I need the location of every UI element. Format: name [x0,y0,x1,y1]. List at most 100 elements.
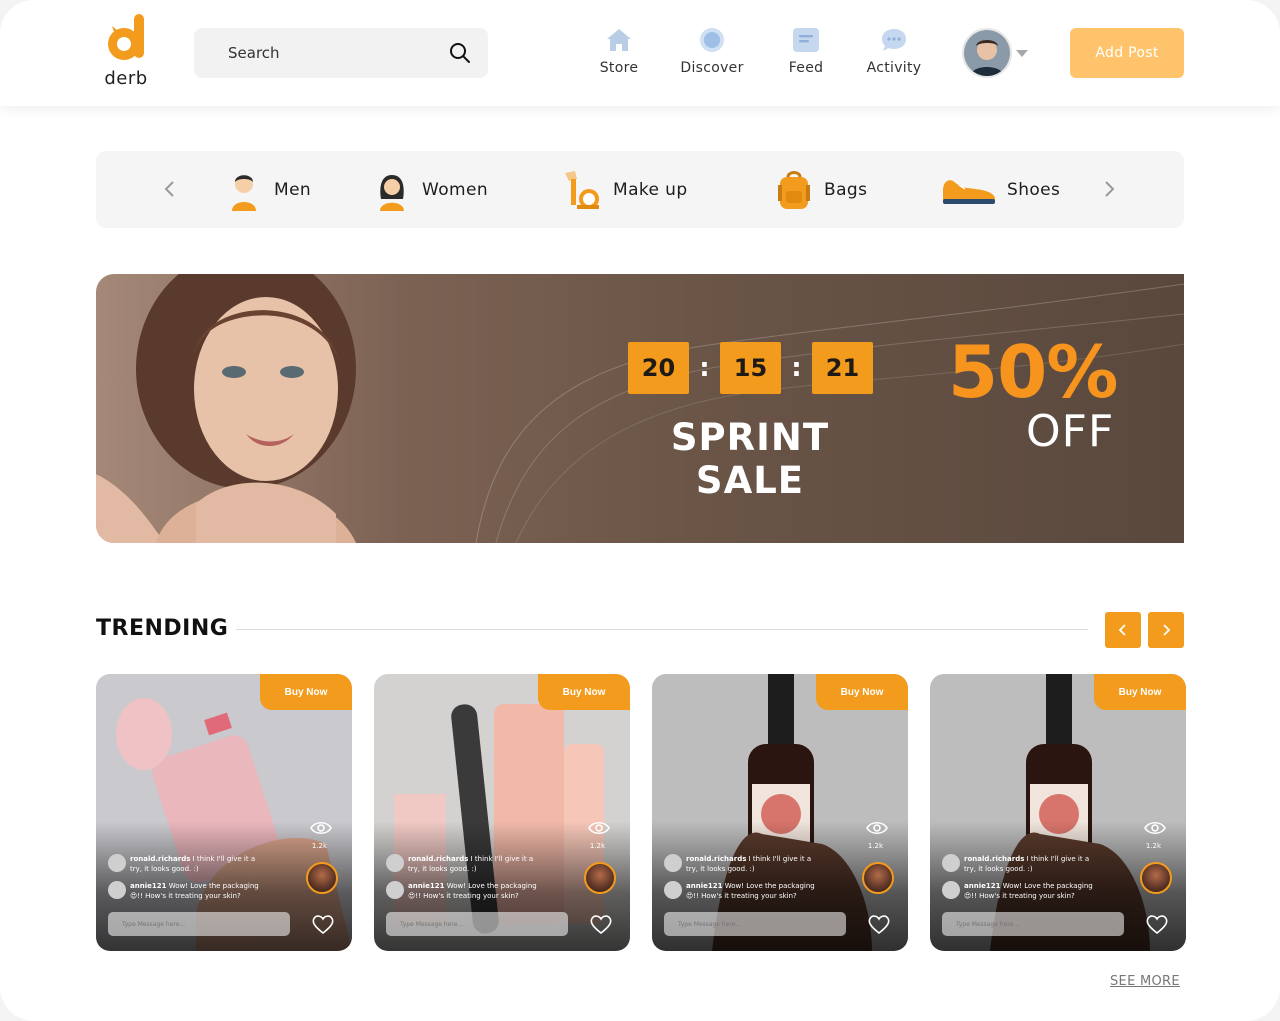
timer-seconds: 21 [812,342,873,394]
search-icon[interactable] [448,41,472,65]
search-input[interactable] [228,44,448,62]
sale-banner[interactable]: 20 : 15 : 21 SPRINT SALE 50% OFF [96,274,1184,543]
comment: ronald.richards I think I'll give it a t… [664,854,824,874]
eye-icon [588,821,610,835]
eye-icon [310,821,332,835]
message-input[interactable] [942,912,1124,936]
brand-logo[interactable]: derb [100,12,152,96]
category-shoes[interactable]: Shoes [941,169,1060,211]
bag-icon [774,169,814,211]
sale-timer: 20 : 15 : 21 [628,342,873,394]
comment: ronald.richards I think I'll give it a t… [386,854,546,874]
comment-user: annie121 [408,882,445,890]
category-women[interactable]: Women [372,169,488,211]
makeup-icon [563,169,603,211]
nav-feed-label: Feed [788,60,824,76]
buy-now-button[interactable]: Buy Now [260,674,352,710]
comment-user: ronald.richards [686,855,747,863]
timer-separator: : [699,353,710,383]
category-makeup[interactable]: Make up [563,169,688,211]
trending-prev-button[interactable] [1105,612,1141,648]
trending-card[interactable]: Buy Now 1.2k ronald.richards I think I'l… [374,674,630,951]
view-count: 1.2k [1145,842,1161,850]
category-men-label: Men [274,180,312,200]
discount-percent: 50% [948,330,1118,414]
trending-title: TRENDING [96,616,229,641]
comment-user: ronald.richards [408,855,469,863]
creator-avatar[interactable] [584,862,616,894]
commenter-avatar [108,881,126,899]
eye-icon [866,821,888,835]
heart-icon[interactable] [1146,914,1168,934]
timer-hours: 20 [628,342,689,394]
buy-now-button[interactable]: Buy Now [816,674,908,710]
comment: annie121 Wow! Love the packaging 😍!! How… [108,881,268,901]
view-count: 1.2k [589,842,605,850]
category-shoes-label: Shoes [1007,180,1061,200]
profile-menu[interactable] [962,28,1028,78]
view-count: 1.2k [867,842,883,850]
commenter-avatar [664,881,682,899]
category-bags[interactable]: Bags [774,169,867,211]
nav-discover-label: Discover [680,60,744,76]
buy-now-button[interactable]: Buy Now [1094,674,1186,710]
activity-icon [880,26,908,54]
search-bar [194,28,488,78]
commenter-avatar [386,854,404,872]
woman-icon [372,169,412,211]
comment-user: annie121 [130,882,167,890]
trending-card[interactable]: Buy Now 1.2k ronald.richards I think I'l… [652,674,908,951]
add-post-button[interactable]: Add Post [1070,28,1184,78]
discover-icon [698,26,726,54]
trending-next-button[interactable] [1148,612,1184,648]
nav-feed[interactable]: Feed [776,26,836,76]
logo-mark-icon [108,14,144,60]
message-input[interactable] [386,912,568,936]
timer-minutes: 15 [720,342,781,394]
heart-icon[interactable] [868,914,890,934]
commenter-avatar [108,854,126,872]
nav-activity[interactable]: Activity [862,26,926,76]
discount-suffix: OFF [1026,406,1115,457]
sale-title: SPRINT SALE [670,416,830,502]
feed-icon [792,26,820,54]
comment-user: annie121 [964,882,1001,890]
creator-avatar[interactable] [862,862,894,894]
category-prev-icon[interactable] [158,177,182,201]
creator-avatar[interactable] [1140,862,1172,894]
trending-card[interactable]: Buy Now 1.2k ronald.richards I think I'l… [930,674,1186,951]
avatar[interactable] [962,28,1012,78]
chevron-down-icon[interactable] [1016,49,1028,57]
nav-store[interactable]: Store [586,26,652,76]
category-bags-label: Bags [824,180,868,200]
eye-icon [1144,821,1166,835]
shoe-icon [941,169,997,211]
buy-now-button[interactable]: Buy Now [538,674,630,710]
message-input[interactable] [108,912,290,936]
comment: annie121 Wow! Love the packaging 😍!! How… [386,881,546,901]
comment-user: annie121 [686,882,723,890]
model-photo [96,274,356,543]
timer-separator: : [791,353,802,383]
commenter-avatar [664,854,682,872]
page: derb Store Discover [0,0,1280,1021]
trending-divider [236,629,1088,630]
trending-card[interactable]: Buy Now 1.2k ronald.richards I think I'l… [96,674,352,951]
category-next-icon[interactable] [1097,177,1121,201]
see-more-link[interactable]: SEE MORE [1110,974,1180,989]
commenter-avatar [942,881,960,899]
category-women-label: Women [422,180,489,200]
comment: annie121 Wow! Love the packaging 😍!! How… [942,881,1102,901]
nav-discover[interactable]: Discover [676,26,748,76]
nav-activity-label: Activity [866,60,922,76]
category-bar: Men Women Make up Bags Shoes [96,151,1184,228]
creator-avatar[interactable] [306,862,338,894]
heart-icon[interactable] [312,914,334,934]
comment: annie121 Wow! Love the packaging 😍!! How… [664,881,824,901]
category-men[interactable]: Men [224,169,311,211]
message-input[interactable] [664,912,846,936]
heart-icon[interactable] [590,914,612,934]
man-icon [224,169,264,211]
chevron-left-icon [1118,624,1126,636]
view-count: 1.2k [311,842,327,850]
